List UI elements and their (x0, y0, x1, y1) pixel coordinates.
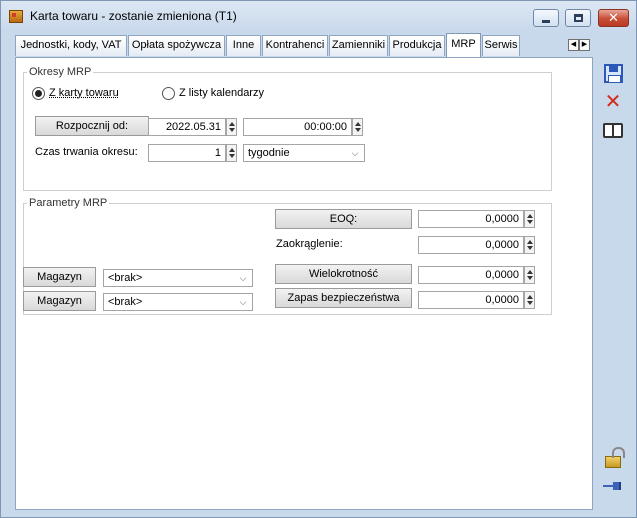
tab-jednostki[interactable]: Jednostki, kody, VAT (15, 35, 127, 56)
wielokrotnosc-button[interactable]: Wielokrotność (275, 264, 412, 284)
parametry-mrp-label: Parametry MRP (27, 197, 110, 209)
zapas-bezpieczenstwa-spinner[interactable] (524, 291, 535, 309)
pin-icon (603, 482, 623, 490)
tab-serwis[interactable]: Serwis (482, 35, 520, 56)
chevron-down-icon: ⌵ (239, 297, 247, 307)
radio-z-karty-towaru-label: Z karty towaru (49, 87, 119, 99)
zapas-bezpieczenstwa-input[interactable]: 0,0000 (418, 291, 524, 309)
tab-kontrahenci[interactable]: Kontrahenci (262, 35, 328, 56)
tab-zamienniki[interactable]: Zamienniki (329, 35, 388, 56)
start-time-spinner[interactable] (352, 118, 363, 136)
tab-scroll-right-button[interactable]: ▶ (579, 39, 590, 51)
wielokrotnosc-spinner[interactable] (524, 266, 535, 284)
zaokraglenie-input[interactable]: 0,0000 (418, 236, 524, 254)
eoq-button[interactable]: EOQ: (275, 209, 412, 229)
lock-button[interactable] (602, 447, 625, 470)
close-icon: ✕ (608, 10, 619, 26)
start-date-spinner[interactable] (226, 118, 237, 136)
magazyn-select-1-value: <brak> (108, 272, 143, 284)
zaokraglenie-label: Zaokrąglenie: (276, 238, 343, 250)
start-time-input[interactable]: 00:00:00 (243, 118, 352, 136)
save-icon (603, 63, 623, 83)
minimize-icon (542, 19, 550, 23)
tab-produkcja[interactable]: Produkcja (389, 35, 445, 56)
eoq-spinner[interactable] (524, 210, 535, 228)
close-icon: ✕ (604, 89, 622, 113)
title-bar[interactable]: Karta towaru - zostanie zmieniona (T1) ✕ (1, 1, 636, 31)
czas-trwania-spinner[interactable] (226, 144, 237, 162)
magazyn-button-1[interactable]: Magazyn (23, 267, 96, 287)
pin-button[interactable] (602, 475, 624, 497)
magazyn-button-2[interactable]: Magazyn (23, 291, 96, 311)
zapas-bezpieczenstwa-button[interactable]: Zapas bezpieczeństwa (275, 288, 412, 308)
magazyn-select-2-value: <brak> (108, 296, 143, 308)
magazyn-select-2[interactable]: <brak> ⌵ (103, 293, 253, 311)
unit-select[interactable]: tygodnie ⌵ (243, 144, 365, 162)
radio-z-listy-kalendarzy[interactable] (162, 87, 175, 100)
lock-open-icon (605, 447, 625, 468)
chevron-down-icon: ⌵ (239, 273, 247, 283)
cancel-button[interactable]: ✕ (602, 90, 624, 112)
tab-scroll-left-button[interactable]: ◀ (568, 39, 579, 51)
rozpocznij-od-button[interactable]: Rozpocznij od: (35, 116, 149, 136)
book-button[interactable] (602, 119, 624, 141)
radio-z-listy-kalendarzy-label: Z listy kalendarzy (179, 87, 264, 99)
start-date-input[interactable]: 2022.05.31 (148, 118, 226, 136)
minimize-button[interactable] (533, 9, 559, 27)
zaokraglenie-spinner[interactable] (524, 236, 535, 254)
tab-mrp[interactable]: MRP (446, 33, 481, 57)
maximize-button[interactable] (565, 9, 591, 27)
czas-trwania-input[interactable]: 1 (148, 144, 226, 162)
chevron-down-icon: ⌵ (351, 148, 359, 158)
okresy-mrp-label: Okresy MRP (27, 66, 94, 78)
magazyn-select-1[interactable]: <brak> ⌵ (103, 269, 253, 287)
maximize-icon (573, 14, 583, 22)
radio-z-karty-towaru[interactable] (32, 87, 45, 100)
eoq-input[interactable]: 0,0000 (418, 210, 524, 228)
unit-select-value: tygodnie (248, 147, 290, 159)
window-title: Karta towaru - zostanie zmieniona (T1) (30, 9, 237, 23)
save-button[interactable] (602, 62, 624, 84)
close-window-button[interactable]: ✕ (598, 9, 629, 27)
tab-inne[interactable]: Inne (226, 35, 261, 56)
app-icon (9, 10, 23, 23)
czas-trwania-label: Czas trwania okresu: (35, 146, 138, 158)
window: Karta towaru - zostanie zmieniona (T1) ✕… (0, 0, 637, 518)
mrp-panel: Okresy MRP Z karty towaru Z listy kalend… (15, 57, 593, 510)
wielokrotnosc-input[interactable]: 0,0000 (418, 266, 524, 284)
tab-oplata-spozywcza[interactable]: Opłata spożywcza (128, 35, 225, 56)
book-icon (603, 122, 623, 138)
